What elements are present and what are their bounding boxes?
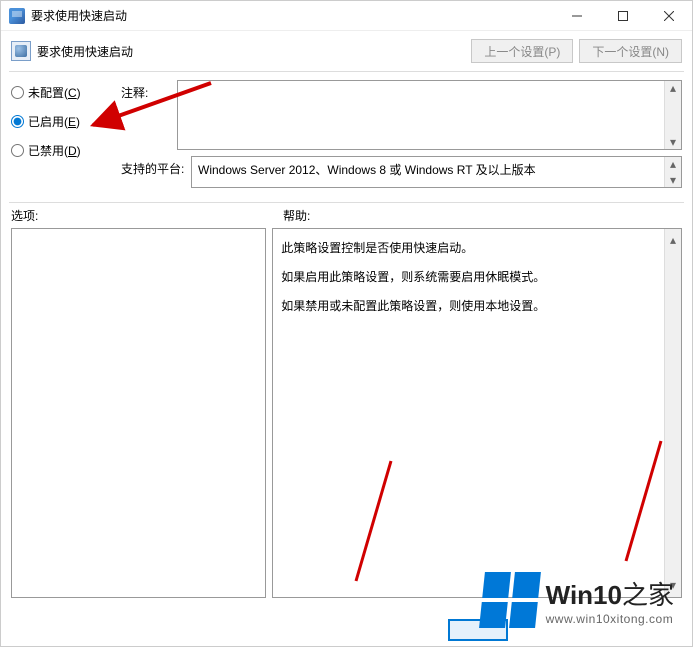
policy-window-icon [9, 8, 25, 24]
platform-label: 支持的平台: [121, 156, 191, 177]
scroll-up-icon[interactable]: ▴ [670, 81, 676, 95]
maximize-button[interactable] [600, 1, 646, 31]
radio-not-configured-label: 未配置(C) [28, 84, 81, 101]
minimize-button[interactable] [554, 1, 600, 31]
help-line: 此策略设置控制是否使用快速启动。 [281, 237, 661, 260]
platform-value: Windows Server 2012、Windows 8 或 Windows … [198, 163, 536, 177]
close-button[interactable] [646, 1, 692, 31]
platform-row: 支持的平台: Windows Server 2012、Windows 8 或 W… [121, 156, 682, 188]
header-row: 要求使用快速启动 上一个设置(P) 下一个设置(N) [1, 31, 692, 71]
help-scrollbar[interactable]: ▴ ▾ [664, 229, 681, 597]
panes-row: 此策略设置控制是否使用快速启动。 如果启用此策略设置，则系统需要启用休眠模式。 … [1, 228, 692, 608]
dialog-button-partial[interactable] [448, 619, 508, 641]
fields-area: 注释: ▴ ▾ 支持的平台: Windows Server 2012、Windo… [121, 80, 682, 194]
scroll-down-icon[interactable]: ▾ [670, 135, 676, 149]
next-setting-button[interactable]: 下一个设置(N) [579, 39, 682, 63]
radio-disabled-input[interactable] [11, 144, 24, 157]
scroll-up-icon[interactable]: ▴ [670, 157, 676, 171]
scroll-up-icon[interactable]: ▴ [670, 229, 676, 252]
comment-label: 注释: [121, 80, 177, 101]
radio-enabled-input[interactable] [11, 115, 24, 128]
settings-area: 未配置(C) 已启用(E) 已禁用(D) 注释: ▴ ▾ 支持的平台: Wind [1, 72, 692, 202]
pane-labels: 选项: 帮助: [1, 203, 692, 228]
policy-name: 要求使用快速启动 [37, 43, 465, 60]
radio-enabled[interactable]: 已启用(E) [11, 113, 111, 130]
scroll-down-icon[interactable]: ▾ [670, 574, 676, 597]
watermark-url: www.win10xitong.com [546, 612, 674, 626]
policy-icon [11, 41, 31, 61]
radio-disabled[interactable]: 已禁用(D) [11, 142, 111, 159]
scroll-down-icon[interactable]: ▾ [670, 173, 676, 187]
options-pane [11, 228, 266, 598]
window-controls [554, 1, 692, 30]
comment-scrollbar[interactable]: ▴ ▾ [664, 81, 681, 149]
radio-enabled-label: 已启用(E) [28, 113, 80, 130]
help-label: 帮助: [283, 207, 682, 224]
help-line: 如果禁用或未配置此策略设置，则使用本地设置。 [281, 295, 661, 318]
platform-scrollbar[interactable]: ▴ ▾ [664, 157, 681, 187]
titlebar: 要求使用快速启动 [1, 1, 692, 31]
radio-not-configured[interactable]: 未配置(C) [11, 84, 111, 101]
help-pane: 此策略设置控制是否使用快速启动。 如果启用此策略设置，则系统需要启用休眠模式。 … [272, 228, 682, 598]
comment-row: 注释: ▴ ▾ [121, 80, 682, 150]
help-line: 如果启用此策略设置，则系统需要启用休眠模式。 [281, 266, 661, 289]
radio-group: 未配置(C) 已启用(E) 已禁用(D) [11, 80, 111, 194]
window-title: 要求使用快速启动 [31, 7, 554, 24]
options-label: 选项: [11, 207, 277, 224]
radio-not-configured-input[interactable] [11, 86, 24, 99]
prev-setting-button[interactable]: 上一个设置(P) [471, 39, 573, 63]
radio-disabled-label: 已禁用(D) [28, 142, 81, 159]
comment-textarea[interactable]: ▴ ▾ [177, 80, 682, 150]
platform-textbox: Windows Server 2012、Windows 8 或 Windows … [191, 156, 682, 188]
